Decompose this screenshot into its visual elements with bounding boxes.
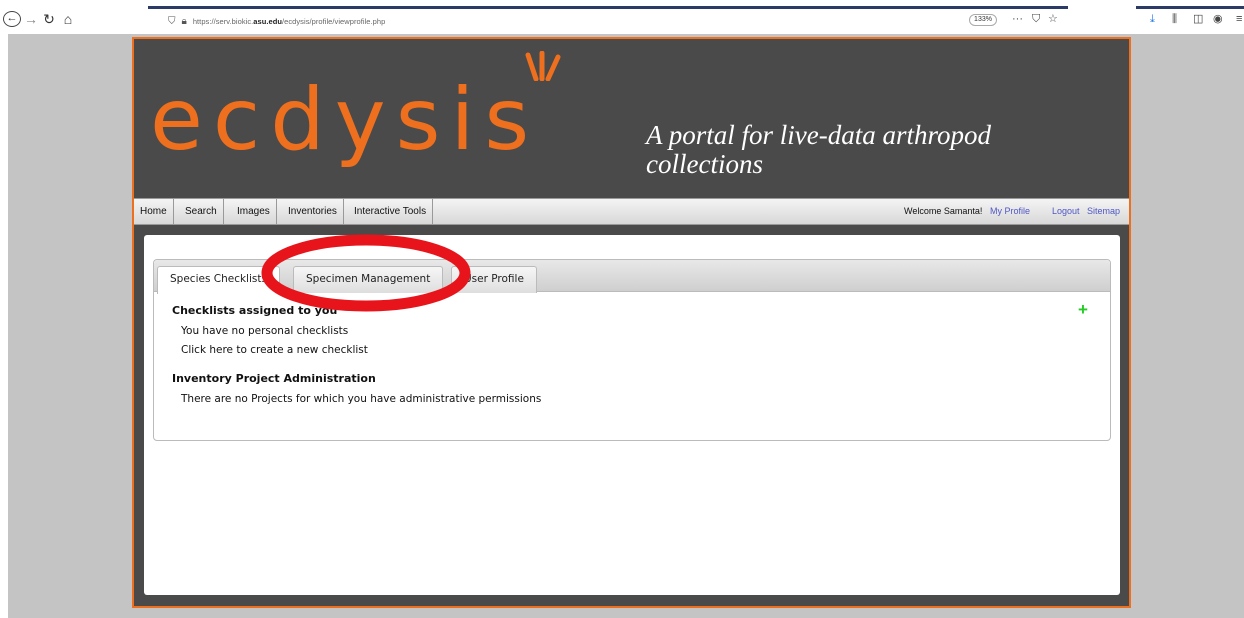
reload-icon[interactable]: ↻ — [42, 11, 56, 27]
create-checklist-link[interactable]: Click here to create a new checklist — [172, 341, 1092, 360]
nav-item-search[interactable]: Search — [179, 199, 224, 224]
forward-icon[interactable]: → — [24, 11, 38, 27]
checklists-panel: Checklists assigned to you You have no p… — [172, 304, 1092, 409]
zoom-badge[interactable]: 133% — [969, 14, 997, 26]
tab-indicator — [148, 6, 1068, 9]
logout-link[interactable]: Logout — [1052, 199, 1080, 224]
header-banner: ecdysis A portal for live-data arthropod… — [134, 39, 1129, 197]
nav-item-home[interactable]: Home — [134, 199, 174, 224]
no-projects-text: There are no Projects for which you have… — [181, 393, 542, 405]
checklists-heading: Checklists assigned to you — [172, 304, 338, 317]
main-navbar: Home Search Images Inventories Interacti… — [134, 198, 1129, 225]
url-text[interactable]: https://serv.biokic.asu.edu/ecdysis/prof… — [193, 17, 386, 26]
nav-item-images[interactable]: Images — [231, 199, 277, 224]
star-icon[interactable]: ☆ — [1048, 11, 1058, 27]
nav-item-inventories[interactable]: Inventories — [282, 199, 344, 224]
inventory-admin-heading: Inventory Project Administration — [172, 372, 376, 385]
tab-specimen-management[interactable]: Specimen Management — [293, 266, 444, 293]
more-icon[interactable]: ··· — [1012, 11, 1023, 27]
no-checklists-text: You have no personal checklists — [181, 325, 349, 337]
tab-strip: Species Checklists Specimen Management U… — [154, 260, 1110, 294]
pocket-icon[interactable]: ⛉ — [1032, 11, 1040, 27]
browser-toolbar: ← → ↻ ⌂ ⛉ 🔒︎ https://serv.biokic.asu.edu… — [0, 0, 1244, 34]
library-icon[interactable]: ⫼ — [1172, 11, 1177, 27]
tab-indicator-right — [1136, 6, 1244, 9]
account-icon[interactable]: ◉ — [1213, 11, 1223, 27]
nav-item-interactive-tools[interactable]: Interactive Tools — [348, 199, 434, 224]
menu-icon[interactable]: ≡ — [1236, 11, 1242, 27]
home-icon[interactable]: ⌂ — [60, 11, 76, 27]
main-content: Species Checklists Specimen Management U… — [144, 235, 1120, 595]
back-icon[interactable]: ← — [3, 11, 21, 27]
shield-icon[interactable]: ⛉ — [168, 16, 176, 27]
download-icon[interactable]: ⤓ — [1150, 11, 1155, 27]
sidebar-icon[interactable]: ◫ — [1193, 11, 1203, 27]
lock-icon[interactable]: 🔒︎ — [182, 16, 187, 27]
welcome-text: Welcome Samanta! — [904, 206, 983, 216]
tab-species-checklists[interactable]: Species Checklists — [157, 266, 280, 294]
url-bar[interactable]: ⛉ 🔒︎ https://serv.biokic.asu.edu/ecdysis… — [168, 13, 1068, 29]
site-logo[interactable]: ecdysis — [150, 72, 539, 168]
profile-tabs-panel: Species Checklists Specimen Management U… — [153, 259, 1111, 441]
my-profile-link[interactable]: My Profile — [990, 199, 1030, 224]
site-frame: ecdysis A portal for live-data arthropod… — [132, 37, 1131, 608]
tab-user-profile[interactable]: User Profile — [451, 266, 537, 293]
sitemap-link[interactable]: Sitemap — [1087, 199, 1120, 224]
site-tagline: A portal for live-data arthropod collect… — [646, 120, 992, 179]
